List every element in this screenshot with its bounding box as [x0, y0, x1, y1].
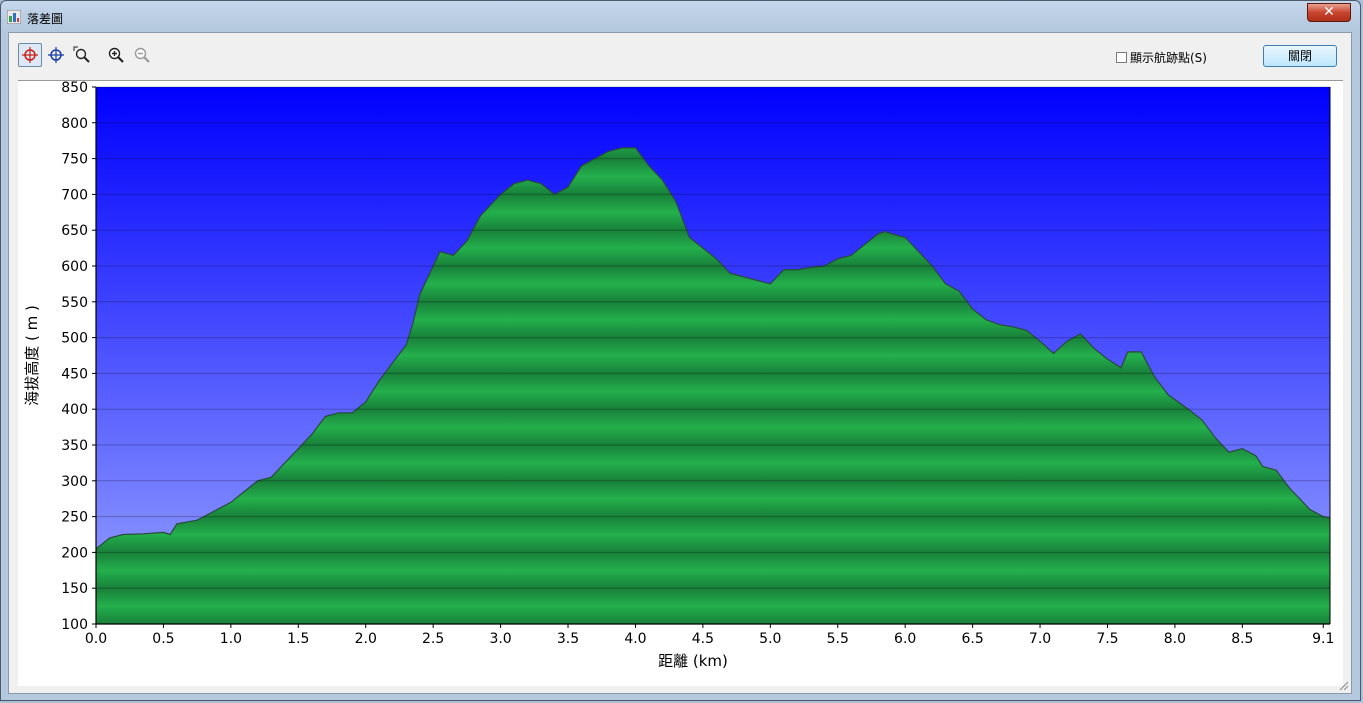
x-tick-label: 6.0 — [894, 631, 916, 647]
y-tick-label: 800 — [61, 116, 88, 132]
close-button[interactable]: 關閉 — [1263, 45, 1337, 67]
resize-grip[interactable] — [1337, 679, 1349, 691]
show-waypoints-label: 顯示航跡點(S) — [1130, 51, 1207, 65]
chart-svg: 850 800 750 700 650 600 550 500 450 400 350 300 250 2… — [23, 80, 1334, 670]
x-tick-label: 1.0 — [220, 631, 242, 647]
x-tick-label: 0.0 — [85, 631, 107, 647]
y-tick-label: 700 — [61, 187, 88, 203]
y-axis-label: 海拔高度 ( m ) — [23, 305, 41, 406]
y-tick-label: 150 — [61, 581, 88, 597]
y-tick-label: 650 — [61, 223, 88, 239]
x-tick-label: 6.5 — [961, 631, 983, 647]
y-tick-label: 350 — [61, 438, 88, 454]
show-waypoints-checkbox[interactable]: 顯示航跡點(S) — [1116, 49, 1207, 66]
x-tick-label: 7.5 — [1096, 631, 1118, 647]
y-tick-label: 300 — [61, 474, 88, 490]
y-tick-label: 200 — [61, 545, 88, 561]
x-tick-label: 8.0 — [1164, 631, 1186, 647]
x-axis-label: 距離 (km) — [658, 652, 728, 670]
zoom-out-button[interactable] — [130, 43, 154, 67]
zoom-select-button[interactable] — [70, 43, 94, 67]
x-tick-label: 3.5 — [557, 631, 579, 647]
x-tick-label: 4.0 — [624, 631, 646, 647]
x-tick-label: 0.5 — [152, 631, 174, 647]
crosshair-red-icon — [22, 47, 38, 63]
x-tick-label: 9.1 — [1312, 631, 1334, 647]
x-tick-label: 4.5 — [692, 631, 714, 647]
zoom-select-icon — [73, 46, 90, 63]
app-icon — [7, 10, 21, 24]
x-tick-label: 2.5 — [422, 631, 444, 647]
x-tick-label: 5.0 — [759, 631, 781, 647]
y-tick-label: 250 — [61, 510, 88, 526]
title-bar[interactable]: 落差圖 ✕ — [1, 1, 1360, 31]
y-tick-label: 450 — [61, 366, 88, 382]
x-tick-label: 2.0 — [355, 631, 377, 647]
x-tick-label: 3.0 — [489, 631, 511, 647]
y-tick-label: 400 — [61, 402, 88, 418]
x-tick-label: 1.5 — [287, 631, 309, 647]
y-tick-label: 500 — [61, 331, 88, 347]
window-title: 落差圖 — [27, 12, 64, 26]
checkbox-box[interactable] — [1116, 52, 1127, 63]
y-tick-label: 600 — [61, 259, 88, 275]
window-close-button[interactable]: ✕ — [1307, 3, 1351, 22]
crosshair-red-button[interactable] — [18, 43, 42, 67]
y-tick-label: 550 — [61, 295, 88, 311]
crosshair-blue-icon — [48, 47, 64, 63]
profile-window: 落差圖 ✕ 顯示航跡點(S) 關閉 850 800 750 700 650 60… — [0, 0, 1361, 701]
zoom-in-icon — [108, 47, 124, 63]
plot-area — [95, 86, 1331, 625]
x-tick-label: 8.5 — [1231, 631, 1253, 647]
zoom-in-button[interactable] — [104, 43, 128, 67]
y-tick-label: 850 — [61, 81, 88, 96]
client-area: 顯示航跡點(S) 關閉 850 800 750 700 650 600 550 … — [8, 32, 1352, 694]
zoom-out-icon — [134, 47, 150, 63]
x-tick-label: 5.5 — [827, 631, 849, 647]
y-tick-label: 750 — [61, 152, 88, 168]
crosshair-blue-button[interactable] — [44, 43, 68, 67]
close-icon: ✕ — [1323, 4, 1335, 20]
x-tick-label: 7.0 — [1029, 631, 1051, 647]
elevation-chart[interactable]: 850 800 750 700 650 600 550 500 450 400 350 300 250 2… — [18, 80, 1343, 686]
